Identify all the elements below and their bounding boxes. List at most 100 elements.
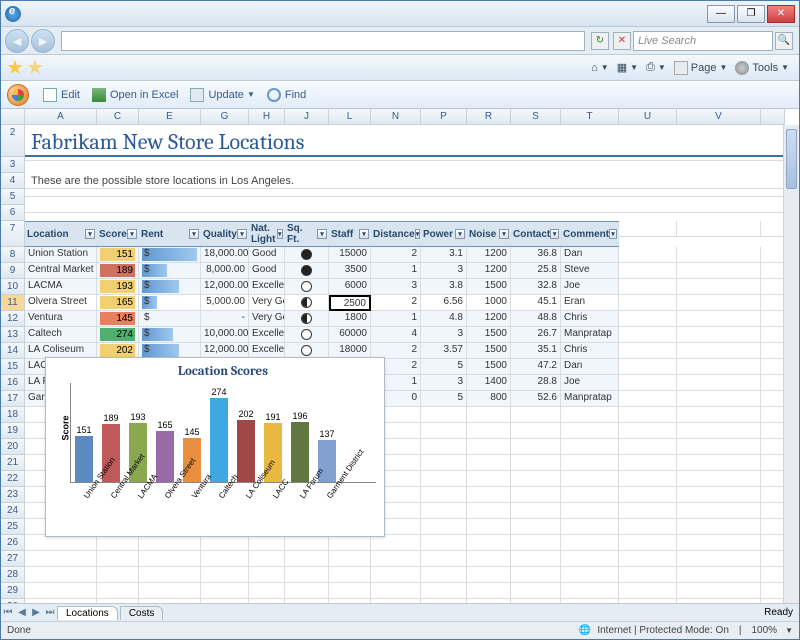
col-header[interactable]: L xyxy=(329,109,371,125)
table-cell[interactable]: 1 xyxy=(371,263,421,279)
empty-cell[interactable] xyxy=(421,583,467,599)
table-cell[interactable]: 274 xyxy=(97,327,139,343)
empty-cell[interactable] xyxy=(677,407,761,423)
empty-cell[interactable] xyxy=(467,471,511,487)
empty-cell[interactable] xyxy=(467,455,511,471)
table-cell[interactable]: Very Good xyxy=(249,295,285,311)
table-cell[interactable]: - xyxy=(201,311,249,327)
tab-locations[interactable]: Locations xyxy=(57,606,118,620)
empty-cell[interactable] xyxy=(467,423,511,439)
empty-cell[interactable] xyxy=(761,583,785,599)
empty-cell[interactable] xyxy=(201,599,249,603)
empty-cell[interactable] xyxy=(619,503,677,519)
add-favorite-icon[interactable] xyxy=(27,60,43,76)
minimize-button[interactable]: — xyxy=(707,5,735,23)
empty-cell[interactable] xyxy=(561,439,619,455)
empty-cell[interactable] xyxy=(619,487,677,503)
table-cell[interactable]: Ventura xyxy=(25,311,97,327)
table-cell[interactable]: $ xyxy=(139,311,201,327)
table-cell[interactable]: 6.56 xyxy=(421,295,467,311)
col-header[interactable]: S xyxy=(511,109,561,125)
page-menu[interactable]: Page▼ xyxy=(670,59,732,77)
empty-cell[interactable] xyxy=(467,567,511,583)
table-cell[interactable]: 28.8 xyxy=(511,375,561,391)
table-header[interactable]: Contact▾ xyxy=(511,221,561,247)
table-cell[interactable]: 193 xyxy=(97,279,139,295)
row-header[interactable]: 23 xyxy=(1,487,25,503)
table-cell[interactable]: 1 xyxy=(371,311,421,327)
row-header[interactable]: 8 xyxy=(1,247,25,263)
empty-cell[interactable] xyxy=(619,519,677,535)
row-header[interactable]: 22 xyxy=(1,471,25,487)
empty-cell[interactable] xyxy=(329,567,371,583)
table-cell[interactable]: 2 xyxy=(371,247,421,263)
row-header[interactable]: 19 xyxy=(1,423,25,439)
empty-cell[interactable] xyxy=(561,407,619,423)
empty-cell[interactable] xyxy=(329,583,371,599)
table-cell[interactable]: 36.8 xyxy=(511,247,561,263)
row-header[interactable]: 16 xyxy=(1,375,25,391)
empty-cell[interactable] xyxy=(677,535,761,551)
empty-cell[interactable] xyxy=(561,567,619,583)
close-button[interactable]: ✕ xyxy=(767,5,795,23)
empty-cell[interactable] xyxy=(249,551,285,567)
table-cell[interactable]: 47.2 xyxy=(511,359,561,375)
empty-cell[interactable] xyxy=(561,471,619,487)
empty-cell[interactable] xyxy=(421,471,467,487)
table-header[interactable]: Rent▾ xyxy=(139,221,201,247)
table-cell[interactable] xyxy=(285,295,329,311)
table-cell[interactable]: Central Market xyxy=(25,263,97,279)
empty-cell[interactable] xyxy=(619,439,677,455)
tab-next-button[interactable]: ▶ xyxy=(29,607,43,618)
empty-cell[interactable] xyxy=(561,423,619,439)
tab-prev-button[interactable]: ◀ xyxy=(15,607,29,618)
empty-cell[interactable] xyxy=(249,599,285,603)
empty-cell[interactable] xyxy=(761,407,785,423)
row-header[interactable]: 7 xyxy=(1,221,25,247)
col-header[interactable]: R xyxy=(467,109,511,125)
table-cell[interactable]: Union Station xyxy=(25,247,97,263)
empty-cell[interactable] xyxy=(761,567,785,583)
empty-cell[interactable] xyxy=(201,535,249,551)
table-cell[interactable]: $ xyxy=(139,247,201,263)
table-cell[interactable]: 1000 xyxy=(467,295,511,311)
table-cell[interactable]: 3.8 xyxy=(421,279,467,295)
empty-cell[interactable] xyxy=(511,487,561,503)
empty-cell[interactable] xyxy=(677,439,761,455)
empty-cell[interactable] xyxy=(619,599,677,603)
empty-cell[interactable] xyxy=(761,503,785,519)
empty-cell[interactable] xyxy=(285,583,329,599)
table-cell[interactable]: 1200 xyxy=(467,311,511,327)
empty-cell[interactable] xyxy=(561,551,619,567)
empty-cell[interactable] xyxy=(421,407,467,423)
table-header[interactable]: Location▾ xyxy=(25,221,97,247)
back-button[interactable]: ◄ xyxy=(5,29,29,53)
chart[interactable]: Location Scores Score 151189193165145274… xyxy=(45,357,385,537)
table-cell[interactable]: 3 xyxy=(371,279,421,295)
row-header[interactable]: 28 xyxy=(1,567,25,583)
col-header[interactable]: C xyxy=(97,109,139,125)
empty-cell[interactable] xyxy=(677,519,761,535)
empty-cell[interactable] xyxy=(677,599,761,603)
empty-cell[interactable] xyxy=(421,487,467,503)
empty-cell[interactable] xyxy=(677,455,761,471)
open-in-excel-button[interactable]: Open in Excel xyxy=(86,86,184,104)
table-cell[interactable]: 15000 xyxy=(329,247,371,263)
row-header[interactable]: 17 xyxy=(1,391,25,407)
empty-cell[interactable] xyxy=(371,535,421,551)
empty-cell[interactable] xyxy=(677,487,761,503)
empty-cell[interactable] xyxy=(511,503,561,519)
update-button[interactable]: Update▼ xyxy=(184,86,260,104)
table-cell[interactable]: 18,000.00 xyxy=(201,247,249,263)
empty-cell[interactable] xyxy=(619,535,677,551)
zoom-dropdown-icon[interactable]: ▼ xyxy=(785,626,793,635)
empty-cell[interactable] xyxy=(561,503,619,519)
empty-cell[interactable] xyxy=(761,455,785,471)
row-header[interactable]: 6 xyxy=(1,205,25,221)
table-cell[interactable]: 3.1 xyxy=(421,247,467,263)
empty-cell[interactable] xyxy=(677,551,761,567)
table-cell[interactable]: Dan xyxy=(561,247,619,263)
row-header[interactable]: 2 xyxy=(1,125,25,157)
empty-cell[interactable] xyxy=(249,535,285,551)
empty-cell[interactable] xyxy=(677,503,761,519)
